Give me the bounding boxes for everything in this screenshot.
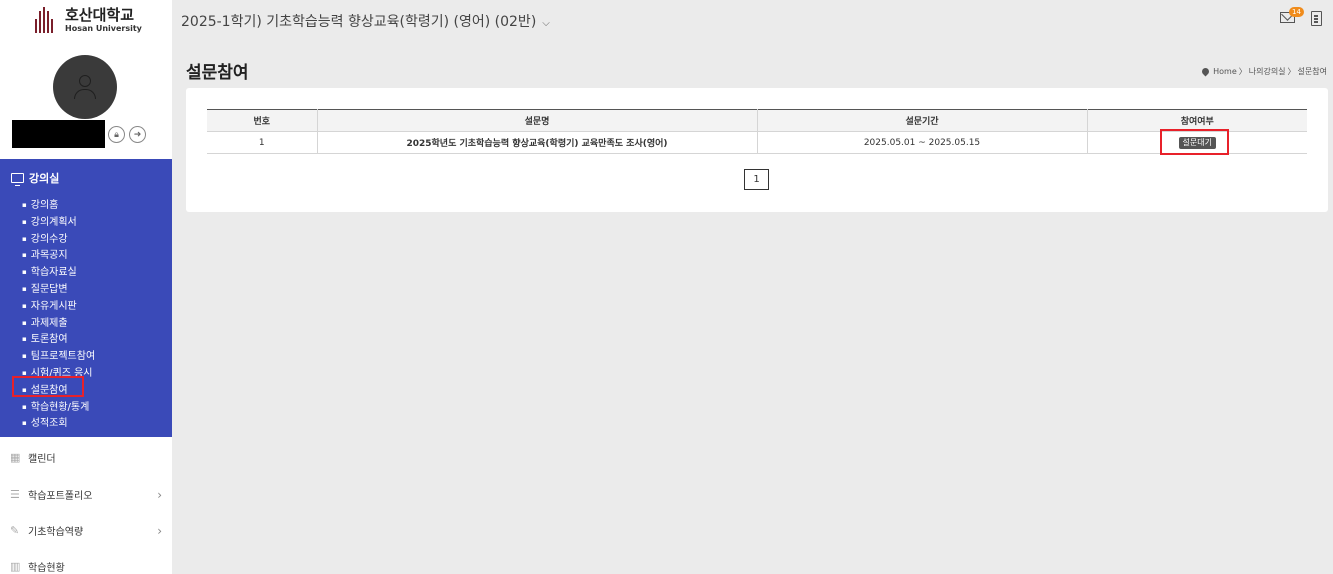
breadcrumb-home[interactable]: Home (1213, 67, 1237, 76)
university-logo[interactable]: 호산대학교 Hosan University (35, 6, 142, 34)
sidebar: 호산대학교 Hosan University 🔒︎ ➜ 강의실 강의홈 강의계획… (0, 0, 172, 574)
status-button-highlight (1160, 129, 1229, 155)
sidebar-item-learning-status[interactable]: ▥ 학습현황 (10, 559, 162, 574)
sidebar-item-qna[interactable]: 질문답변 (22, 281, 95, 298)
sidebar-item-portfolio[interactable]: ☰ 학습포트폴리오 › (10, 487, 162, 503)
logo-korean-text: 호산대학교 (65, 5, 135, 24)
mail-count-badge: 14 (1289, 7, 1304, 17)
classroom-title-label: 강의실 (29, 172, 60, 185)
edit-icon: ✎ (10, 523, 20, 537)
column-header-period: 설문기간 (756, 109, 1087, 132)
sidebar-item-notice[interactable]: 과목공지 (22, 247, 95, 264)
user-name-redacted (12, 120, 105, 148)
page-title: 설문참여 (186, 63, 249, 83)
basic-skills-label: 기초학습역량 (28, 527, 84, 538)
bar-chart-icon: ▥ (10, 559, 21, 573)
monitor-icon (11, 173, 24, 186)
sidebar-item-discussion[interactable]: 토론참여 (22, 331, 95, 348)
sidebar-item-lecture-watch[interactable]: 강의수강 (22, 231, 95, 248)
course-selector[interactable]: 2025-1학기) 기초학습능력 향상교육(학령기) (영어) (02반) ⌵ (181, 11, 550, 31)
sidebar-item-assignment[interactable]: 과제제출 (22, 315, 95, 332)
table-row: 1 2025학년도 기초학습능력 향상교육(학령기) 교육만족도 조사(영어) … (207, 131, 1307, 154)
survey-name-link[interactable]: 2025학년도 기초학습능력 향상교육(학령기) 교육만족도 조사(영어) (316, 131, 757, 154)
sidebar-item-materials[interactable]: 학습자료실 (22, 264, 95, 281)
breadcrumb-separator: 〉 (1287, 67, 1296, 76)
sidebar-item-calendar[interactable]: ▦ 캘린더 (10, 450, 162, 466)
location-pin-icon (1200, 66, 1211, 77)
logo-english-text: Hosan University (65, 23, 142, 33)
learning-status-label: 학습현황 (28, 563, 65, 574)
sidebar-item-team-project[interactable]: 팀프로젝트참여 (22, 348, 95, 365)
page-number-1[interactable]: 1 (744, 169, 769, 190)
user-head-icon (79, 75, 91, 87)
sidebar-item-grades[interactable]: 성적조회 (22, 415, 95, 432)
user-body-icon (74, 89, 96, 99)
logout-icon[interactable]: ➜ (129, 126, 146, 143)
lock-icon[interactable]: 🔒︎ (108, 126, 125, 143)
sidebar-item-basic-skills[interactable]: ✎ 기초학습역량 › (10, 523, 162, 539)
sidebar-item-free-board[interactable]: 자유게시판 (22, 298, 95, 315)
survey-table: 번호 설문명 설문기간 참여여부 1 2025학년도 기초학습능력 향상교육(학… (207, 109, 1307, 154)
breadcrumb-separator: 〉 (1238, 67, 1247, 76)
column-header-survey-name: 설문명 (316, 109, 757, 132)
table-header-row: 번호 설문명 설문기간 참여여부 (207, 109, 1307, 132)
breadcrumb-my-classroom[interactable]: 나의강의실 (1249, 66, 1286, 77)
survey-menu-highlight (12, 376, 84, 397)
survey-card: 번호 설문명 설문기간 참여여부 1 2025학년도 기초학습능력 향상교육(학… (186, 88, 1328, 212)
column-header-number: 번호 (207, 109, 317, 132)
breadcrumb: Home 〉 나의강의실 〉 설문참여 (1200, 66, 1327, 77)
list-icon: ☰ (10, 487, 20, 501)
survey-period: 2025.05.01 ~ 2025.05.15 (756, 131, 1087, 154)
chevron-right-icon: › (157, 523, 162, 538)
sidebar-item-learning-stats[interactable]: 학습현황/통계 (22, 399, 95, 416)
sidebar-item-lecture-home[interactable]: 강의홈 (22, 197, 95, 214)
calendar-label: 캘린더 (28, 454, 56, 465)
avatar (53, 55, 117, 119)
document-icon[interactable] (1311, 11, 1322, 26)
sidebar-item-syllabus[interactable]: 강의계획서 (22, 214, 95, 231)
classroom-menu-title[interactable]: 강의실 (11, 170, 59, 186)
portfolio-label: 학습포트폴리오 (28, 491, 93, 502)
breadcrumb-current: 설문참여 (1297, 67, 1327, 76)
chevron-right-icon: › (157, 487, 162, 502)
row-number: 1 (207, 131, 317, 154)
logo-mark-icon (35, 7, 57, 33)
course-title-text: 2025-1학기) 기초학습능력 향상교육(학령기) (영어) (02반) (181, 14, 537, 30)
top-bar: 2025-1학기) 기초학습능력 향상교육(학령기) (영어) (02반) ⌵ 1… (172, 0, 1333, 42)
chevron-down-icon: ⌵ (542, 18, 550, 29)
calendar-icon: ▦ (10, 450, 21, 464)
